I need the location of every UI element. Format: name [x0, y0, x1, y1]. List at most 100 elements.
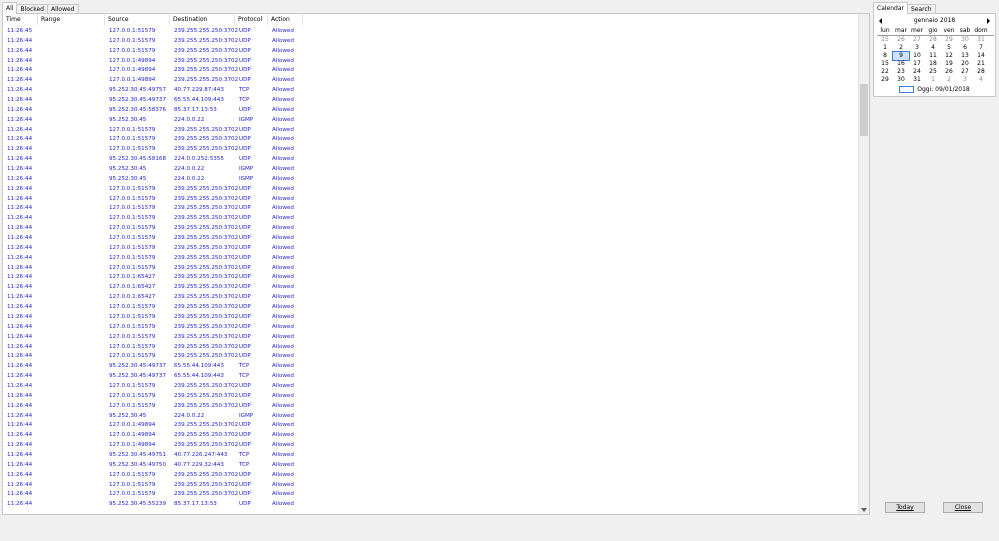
calendar-day[interactable]: 18 [925, 60, 941, 68]
table-row[interactable]: 11:26:44 127.0.0.1:49894 239.255.255.250:3… [3, 66, 303, 76]
calendar-day[interactable]: 29 [877, 76, 893, 84]
table-row[interactable]: 11:26:44 127.0.0.1:51579 239.255.255.250:3… [3, 47, 303, 57]
table-row[interactable]: 11:26:44 127.0.0.1:49894 239.255.255.250:3… [3, 57, 303, 67]
calendar-day[interactable]: 1 [925, 76, 941, 84]
table-row[interactable]: 11:26:44 127.0.0.1:51579 239.255.255.250:3… [3, 323, 303, 333]
calendar-day[interactable]: 28 [973, 68, 989, 76]
calendar-day[interactable]: 12 [941, 52, 957, 60]
table-row[interactable]: 11:26:44 95.252.30.45:49757 40.77.229.87:4… [3, 86, 303, 96]
table-row[interactable]: 11:26:44 127.0.0.1:51579 239.255.255.250:3… [3, 313, 303, 323]
table-row[interactable]: 11:26:44 127.0.0.1:65427 239.255.255.250:3… [3, 293, 303, 303]
table-row[interactable]: 11:26:44 127.0.0.1:51579 239.255.255.250:3… [3, 214, 303, 224]
table-row[interactable]: 11:26:44 127.0.0.1:51579 239.255.255.250:3… [3, 145, 303, 155]
table-row[interactable]: 11:26:44 127.0.0.1:51579 239.255.255.250:3… [3, 244, 303, 254]
vertical-scrollbar[interactable] [858, 14, 869, 514]
calendar-day[interactable]: 14 [973, 52, 989, 60]
table-row[interactable]: 11:26:44 127.0.0.1:51579 239.255.255.250:3… [3, 471, 303, 481]
column-header-time[interactable]: Time [3, 14, 38, 25]
table-row[interactable]: 11:26:44 95.252.30.45 224.0.0.22 IGMP Allowe… [3, 412, 303, 422]
table-row[interactable]: 11:26:44 127.0.0.1:51579 239.255.255.250:3… [3, 135, 303, 145]
calendar-day[interactable]: 27 [957, 68, 973, 76]
table-row[interactable]: 11:26:44 127.0.0.1:65427 239.255.255.250:3… [3, 273, 303, 283]
table-row[interactable]: 11:26:44 95.252.30.45:58376 85.37.17.13:53… [3, 106, 303, 116]
tab-calendar[interactable]: Calendar [873, 2, 908, 14]
table-row[interactable]: 11:26:44 127.0.0.1:51579 239.255.255.250:3… [3, 392, 303, 402]
table-row[interactable]: 11:26:44 127.0.0.1:51579 239.255.255.250:3… [3, 234, 303, 244]
column-header-action[interactable]: Action [268, 14, 303, 25]
column-header-range[interactable]: Range [38, 14, 105, 25]
calendar-day[interactable]: 17 [909, 60, 925, 68]
table-row[interactable]: 11:26:45 127.0.0.1:51579 239.255.255.250:3… [3, 27, 303, 37]
calendar-day[interactable]: 25 [925, 68, 941, 76]
calendar-day[interactable]: 21 [973, 60, 989, 68]
column-header-protocol[interactable]: Protocol [235, 14, 268, 25]
table-row[interactable]: 11:26:44 127.0.0.1:51579 239.255.255.250:3… [3, 224, 303, 234]
column-header-destination[interactable]: Destination [170, 14, 235, 25]
calendar-today-link[interactable]: Oggi: 09/01/2018 [874, 86, 995, 93]
table-row[interactable]: 11:26:44 127.0.0.1:49894 239.255.255.250:3… [3, 431, 303, 441]
table-row[interactable]: 11:26:44 127.0.0.1:51579 239.255.255.250:3… [3, 195, 303, 205]
table-row[interactable]: 11:26:44 95.252.30.45:58168 224.0.0.252:53… [3, 155, 303, 165]
table-row[interactable]: 11:26:44 127.0.0.1:51579 239.255.255.250:3… [3, 37, 303, 47]
calendar-day[interactable]: 3 [957, 76, 973, 84]
prev-month-icon[interactable] [879, 18, 882, 24]
calendar-day[interactable]: 20 [957, 60, 973, 68]
calendar-day[interactable]: 24 [909, 68, 925, 76]
table-row[interactable]: 11:26:44 127.0.0.1:51579 239.255.255.250:3… [3, 382, 303, 392]
table-row[interactable]: 11:26:44 127.0.0.1:65427 239.255.255.250:3… [3, 283, 303, 293]
scroll-down-icon[interactable] [861, 508, 867, 512]
calendar-day[interactable]: 6 [957, 44, 973, 52]
calendar-day[interactable]: 26 [893, 36, 909, 44]
scrollbar-thumb[interactable] [860, 84, 868, 136]
calendar-day[interactable]: 23 [893, 68, 909, 76]
calendar-day[interactable]: 31 [973, 36, 989, 44]
calendar-day[interactable]: 22 [877, 68, 893, 76]
table-row[interactable]: 11:26:44 95.252.30.45:49737 65.55.44.109:4… [3, 372, 303, 382]
table-row[interactable]: 11:26:44 127.0.0.1:51579 239.255.255.250:3… [3, 333, 303, 343]
calendar-day[interactable]: 9 [892, 51, 910, 61]
calendar-day[interactable]: 2 [893, 44, 909, 52]
table-row[interactable]: 11:26:44 95.252.30.45 224.0.0.22 IGMP Allowe… [3, 175, 303, 185]
table-row[interactable]: 11:26:44 127.0.0.1:51579 239.255.255.250:3… [3, 343, 303, 353]
calendar-day[interactable]: 4 [973, 76, 989, 84]
today-button[interactable]: Today [885, 502, 925, 513]
calendar-day[interactable]: 28 [925, 36, 941, 44]
table-row[interactable]: 11:26:44 127.0.0.1:51579 239.255.255.250:3… [3, 254, 303, 264]
table-row[interactable]: 11:26:44 127.0.0.1:51579 239.255.255.250:3… [3, 185, 303, 195]
calendar-day[interactable]: 2 [941, 76, 957, 84]
calendar-day[interactable]: 30 [893, 76, 909, 84]
calendar-day[interactable]: 30 [957, 36, 973, 44]
table-row[interactable]: 11:26:44 127.0.0.1:51579 239.255.255.250:3… [3, 352, 303, 362]
table-row[interactable]: 11:26:44 127.0.0.1:51579 239.255.255.250:3… [3, 126, 303, 136]
calendar-day[interactable]: 25 [877, 36, 893, 44]
table-row[interactable]: 11:26:44 127.0.0.1:51579 239.255.255.250:3… [3, 303, 303, 313]
calendar-day[interactable]: 7 [973, 44, 989, 52]
table-row[interactable]: 11:26:44 95.252.30.45 224.0.0.22 IGMP Allowe… [3, 165, 303, 175]
calendar-day[interactable]: 16 [893, 60, 909, 68]
calendar-day[interactable]: 3 [909, 44, 925, 52]
table-row[interactable]: 11:26:44 127.0.0.1:51579 239.255.255.250:3… [3, 402, 303, 412]
calendar-day[interactable]: 13 [957, 52, 973, 60]
calendar-day[interactable]: 1 [877, 44, 893, 52]
calendar-day[interactable]: 19 [941, 60, 957, 68]
table-row[interactable]: 11:26:44 95.252.30.45:49750 40.77.229.32:4… [3, 461, 303, 471]
table-row[interactable]: 11:26:44 95.252.30.45:55239 85.37.17.13:53… [3, 500, 303, 510]
calendar-day[interactable]: 15 [877, 60, 893, 68]
table-row[interactable]: 11:26:44 127.0.0.1:51579 239.255.255.250:3… [3, 204, 303, 214]
calendar-day[interactable]: 5 [941, 44, 957, 52]
calendar-day[interactable]: 27 [909, 36, 925, 44]
column-header-source[interactable]: Source [105, 14, 170, 25]
table-row[interactable]: 11:26:44 127.0.0.1:49894 239.255.255.250:3… [3, 421, 303, 431]
table-row[interactable]: 11:26:44 95.252.30.45 224.0.0.22 IGMP Allowe… [3, 116, 303, 126]
calendar-day[interactable]: 31 [909, 76, 925, 84]
calendar-day[interactable]: 4 [925, 44, 941, 52]
table-row[interactable]: 11:26:44 127.0.0.1:51579 239.255.255.250:3… [3, 481, 303, 491]
table-row[interactable]: 11:26:44 127.0.0.1:49894 239.255.255.250:3… [3, 76, 303, 86]
calendar-day[interactable]: 10 [909, 52, 925, 60]
close-button[interactable]: Close [943, 502, 983, 513]
calendar-day[interactable]: 29 [941, 36, 957, 44]
table-row[interactable]: 11:26:44 127.0.0.1:51579 239.255.255.250:3… [3, 264, 303, 274]
table-row[interactable]: 11:26:44 95.252.30.45:49751 40.77.226.247:… [3, 451, 303, 461]
table-row[interactable]: 11:26:44 95.252.30.45:49737 65.55.44.109:4… [3, 362, 303, 372]
calendar-day[interactable]: 8 [877, 52, 893, 60]
